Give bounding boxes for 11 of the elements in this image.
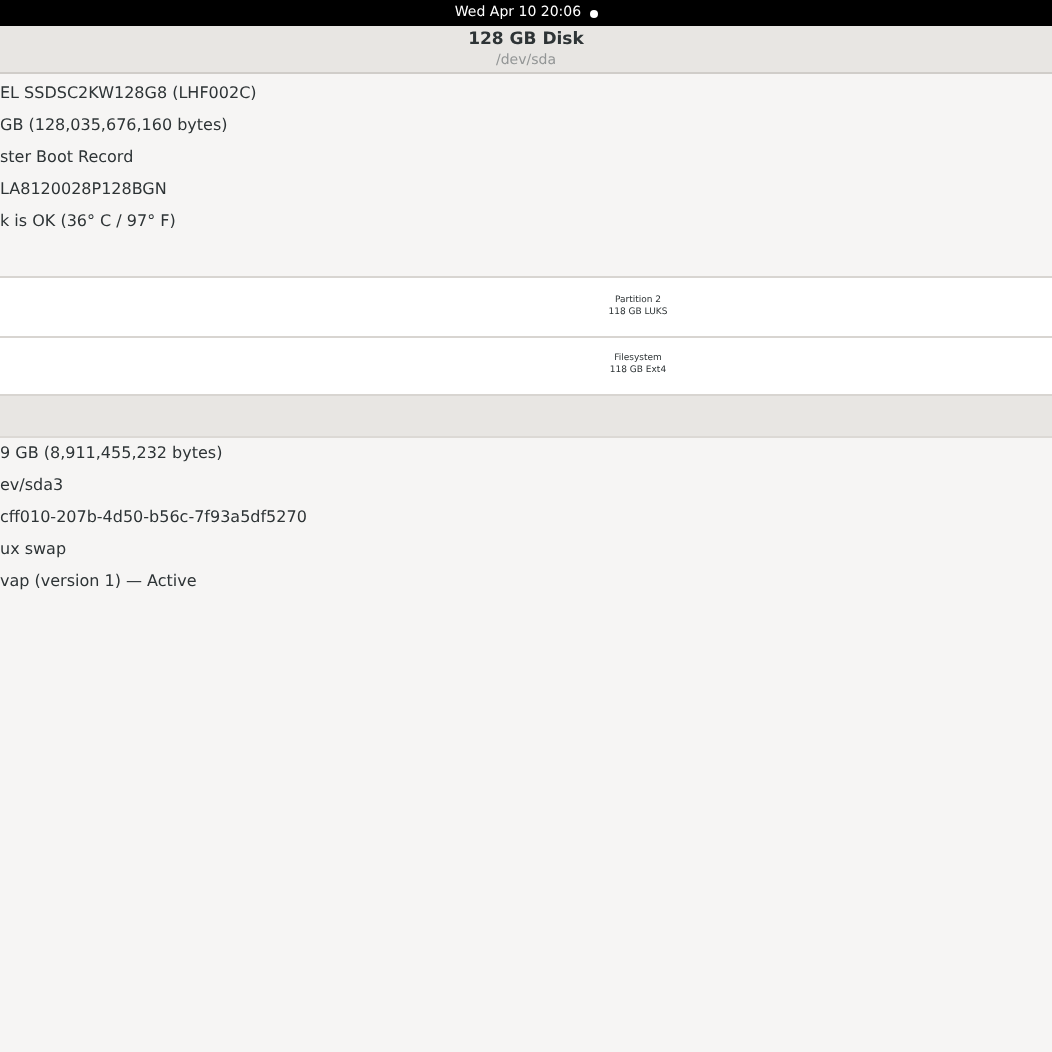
- detail-value: cff010-207b-4d50-b56c-7f93a5df5270: [0, 506, 309, 530]
- detail-value: vap (version 1) — Active: [0, 570, 199, 594]
- detail-value: k is OK (36° C / 97° F): [0, 210, 178, 234]
- detail-value: ux swap: [0, 538, 69, 562]
- window-title: 128 GB Disk: [468, 29, 584, 51]
- detail-value: GB (128,035,676,160 bytes): [0, 114, 230, 138]
- detail-value: ev/sda3: [0, 474, 66, 498]
- detail-value: LA8120028P128BGN: [0, 178, 169, 202]
- detail-value: ster Boot Record: [0, 146, 136, 170]
- detail-value: EL SSDSC2KW128G8 (LHF002C): [0, 82, 259, 106]
- detail-value: 9 GB (8,911,455,232 bytes): [0, 442, 225, 466]
